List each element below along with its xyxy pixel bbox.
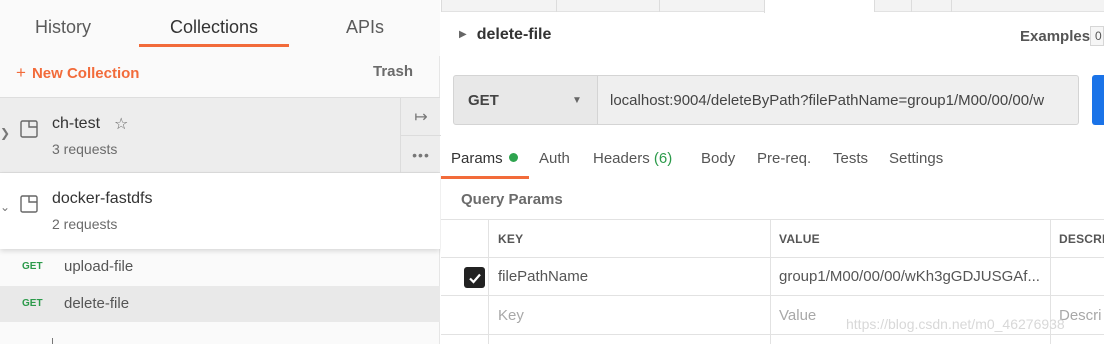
request-item-upload-file[interactable]: GET upload-file xyxy=(0,249,440,285)
trash-button[interactable]: Trash xyxy=(373,63,413,80)
request-tab[interactable] xyxy=(911,0,951,12)
request-tab-active[interactable] xyxy=(764,0,874,13)
collection-request-count: 3 requests xyxy=(52,141,118,157)
examples-count-badge[interactable]: 0 xyxy=(1090,26,1104,46)
request-editor: ▶ delete-file Examples 0 GET ▼ localhost:… xyxy=(441,0,1104,344)
expand-panel-icon[interactable]: ↦ xyxy=(401,98,441,136)
param-key-input[interactable]: filePathName xyxy=(498,268,763,285)
column-header-value: VALUE xyxy=(779,232,820,246)
param-enabled-checkbox[interactable] xyxy=(464,267,485,288)
plus-icon: + xyxy=(16,63,26,82)
method-value: GET xyxy=(468,92,499,109)
request-subtabs: Params Auth Headers (6) Body Pre-req. Te… xyxy=(441,138,1104,180)
watermark-text: https://blog.csdn.net/m0_46276938 xyxy=(846,316,1065,332)
tab-params-label: Params xyxy=(451,150,503,167)
dropdown-triangle-icon: ▼ xyxy=(572,95,582,106)
request-name: upload-file xyxy=(64,258,134,275)
method-badge: GET xyxy=(22,261,43,272)
request-tab[interactable] xyxy=(659,0,759,12)
tab-prereq[interactable]: Pre-req. xyxy=(757,150,811,167)
new-description-input[interactable]: Descri xyxy=(1059,307,1104,324)
caret-right-icon: ▶ xyxy=(459,29,467,40)
request-item-delete-file[interactable]: GET delete-file xyxy=(0,286,440,322)
method-select[interactable]: GET ▼ xyxy=(453,75,598,125)
tab-headers-label: Headers xyxy=(593,150,650,167)
tab-collections[interactable]: Collections xyxy=(170,17,258,38)
request-tab-strip xyxy=(441,0,1104,13)
request-tab[interactable] xyxy=(951,0,1104,12)
collection-name: ch-test xyxy=(52,115,101,132)
tab-auth[interactable]: Auth xyxy=(539,150,570,167)
request-tab[interactable] xyxy=(556,0,659,12)
active-tab-indicator xyxy=(139,44,289,47)
request-tab[interactable] xyxy=(441,0,556,12)
table-header-row: KEY VALUE DESCRI xyxy=(441,220,1104,258)
send-button[interactable] xyxy=(1092,75,1104,125)
request-name: delete-file xyxy=(64,295,130,312)
request-title[interactable]: ▶ delete-file xyxy=(459,26,551,44)
tab-headers[interactable]: Headers (6) xyxy=(593,150,672,167)
sidebar: History Collections APIs + New Collection… xyxy=(0,0,441,344)
star-icon[interactable]: ☆ xyxy=(114,114,128,134)
tab-history[interactable]: History xyxy=(35,17,91,38)
params-active-dot-icon xyxy=(508,153,518,162)
query-params-heading: Query Params xyxy=(461,191,563,208)
tab-body[interactable]: Body xyxy=(701,150,735,167)
collection-request-count: 2 requests xyxy=(52,216,118,232)
new-key-input[interactable]: Key xyxy=(498,307,524,324)
method-badge: GET xyxy=(22,298,43,309)
examples-label[interactable]: Examples xyxy=(1020,28,1090,45)
new-value-input[interactable]: Value xyxy=(779,307,816,324)
collection-name: docker-fastdfs xyxy=(52,190,153,207)
active-subtab-indicator xyxy=(441,176,529,179)
collection-item-docker-fastdfs[interactable]: ⌄ docker-fastdfs 2 requests xyxy=(0,173,440,249)
new-collection-label: New Collection xyxy=(31,65,140,82)
headers-count: (6) xyxy=(653,150,673,167)
tab-apis[interactable]: APIs xyxy=(346,17,384,38)
param-value-input[interactable]: group1/M00/00/00/wKh3gGDJUSGAf... xyxy=(779,268,1045,285)
column-header-description: DESCRI xyxy=(1059,232,1104,246)
tab-settings[interactable]: Settings xyxy=(889,150,943,167)
collection-folder-icon xyxy=(20,120,38,138)
sidebar-tabs: History Collections APIs xyxy=(0,0,440,56)
chevron-right-icon[interactable]: ❯ xyxy=(0,126,10,140)
chevron-down-icon[interactable]: ⌄ xyxy=(0,200,10,214)
tab-params[interactable]: Params xyxy=(451,150,518,167)
collection-actions: ↦ ••• xyxy=(400,98,441,174)
request-title-text: delete-file xyxy=(476,26,552,43)
url-input[interactable]: localhost:9004/deleteByPath?filePathName… xyxy=(598,75,1079,125)
collection-folder-icon xyxy=(20,195,38,213)
column-header-key: KEY xyxy=(498,232,524,246)
request-tab[interactable] xyxy=(874,0,911,12)
more-options-icon[interactable]: ••• xyxy=(401,136,441,174)
list-continuation-mark xyxy=(52,338,53,344)
collection-item-ch-test[interactable]: ❯ ch-test ☆ 3 requests ↦ ••• xyxy=(0,97,441,174)
checkmark-icon xyxy=(468,273,481,284)
tab-tests[interactable]: Tests xyxy=(833,150,868,167)
table-row: filePathName group1/M00/00/00/wKh3gGDJUS… xyxy=(441,258,1104,296)
new-collection-button[interactable]: + New Collection xyxy=(16,63,139,83)
